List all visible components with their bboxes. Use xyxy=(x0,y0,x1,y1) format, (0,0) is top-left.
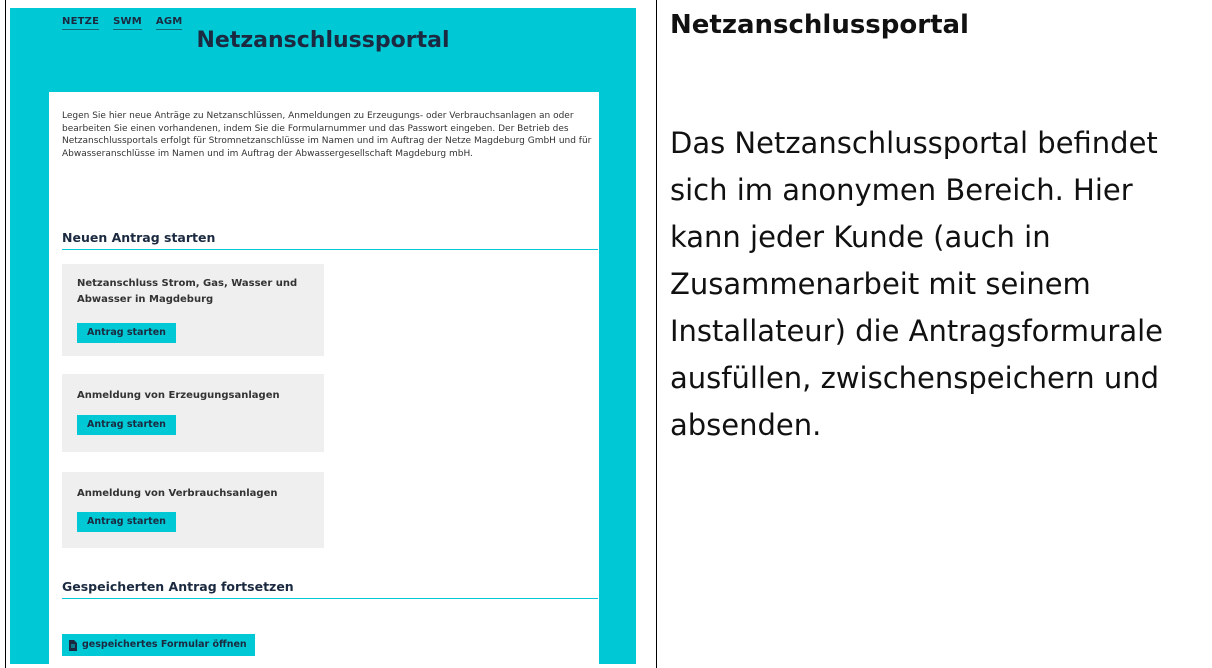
side-description: Das Netzanschlussportal befindet sich im… xyxy=(670,126,1164,442)
netze-logo: NETZE xyxy=(62,16,100,30)
tile-verbrauchsanlagen: Anmeldung von Verbrauchsanlagen Antrag s… xyxy=(62,472,324,548)
document-icon xyxy=(69,639,77,651)
new-application-heading: Neuen Antrag starten xyxy=(62,230,598,250)
portal-card: Legen Sie hier neue Anträge zu Netzansch… xyxy=(49,92,599,664)
side-title: Netzanschlussportal xyxy=(670,10,969,40)
open-saved-form-button[interactable]: gespeichertes Formular öffnen xyxy=(62,634,255,656)
partner-logos: NETZE SWM AGM xyxy=(62,16,183,30)
document-table: NETZE SWM AGM Netzanschlussportal Legen … xyxy=(0,0,1212,668)
swm-logo: SWM xyxy=(113,16,142,30)
tile-erzeugungsanlagen: Anmeldung von Erzeugungsanlagen Antrag s… xyxy=(62,374,324,452)
open-saved-form-label: gespeichertes Formular öffnen xyxy=(82,639,247,650)
start-application-button[interactable]: Antrag starten xyxy=(77,512,176,532)
portal-screenshot: NETZE SWM AGM Netzanschlussportal Legen … xyxy=(10,8,636,664)
start-application-button[interactable]: Antrag starten xyxy=(77,323,176,343)
tile-netzanschluss: Netzanschluss Strom, Gas, Wasser und Abw… xyxy=(62,264,324,356)
tile-label: Anmeldung von Verbrauchsanlagen xyxy=(77,488,278,499)
table-border-divider xyxy=(656,0,657,668)
table-border-left xyxy=(5,0,6,668)
portal-title: Netzanschlussportal xyxy=(196,28,450,53)
tile-label: Anmeldung von Erzeugungsanlagen xyxy=(77,390,280,401)
tile-label: Netzanschluss Strom, Gas, Wasser und Abw… xyxy=(77,278,298,305)
start-application-button[interactable]: Antrag starten xyxy=(77,415,176,435)
saved-application-heading: Gespeicherten Antrag fortsetzen xyxy=(62,579,598,599)
intro-text: Legen Sie hier neue Anträge zu Netzansch… xyxy=(62,111,592,159)
agm-logo: AGM xyxy=(155,16,183,30)
